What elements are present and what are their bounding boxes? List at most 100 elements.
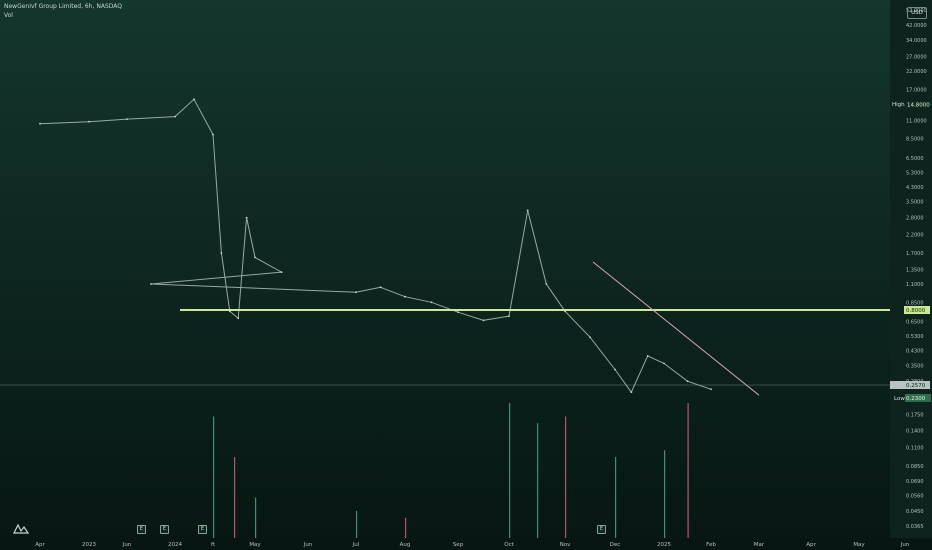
currency-button[interactable]: USD bbox=[907, 7, 927, 19]
volume-bar bbox=[356, 511, 358, 538]
y-tick-label: 0.5300 bbox=[906, 334, 924, 340]
y-tick-label: 0.0450 bbox=[906, 509, 924, 515]
y-tick-label: 0.0560 bbox=[906, 494, 924, 500]
volume-bar bbox=[687, 403, 689, 538]
y-tick-label: 2.8000 bbox=[906, 216, 924, 222]
price-point bbox=[212, 133, 214, 136]
earnings-event-1[interactable]: E bbox=[137, 525, 146, 534]
y-tick-label: 22.0000 bbox=[906, 69, 927, 75]
y-tick-label: 4.3000 bbox=[906, 185, 924, 191]
y-tick-label: 0.1100 bbox=[906, 446, 924, 452]
y-tick-label: 0.4300 bbox=[906, 349, 924, 355]
x-tick-label: Jun bbox=[122, 542, 132, 548]
tradingview-logo[interactable] bbox=[13, 523, 29, 535]
x-tick-label: Apr bbox=[806, 542, 816, 548]
y-tick-label: 6.5000 bbox=[906, 156, 924, 162]
price-point bbox=[710, 388, 712, 391]
price-point bbox=[280, 271, 283, 274]
price-point bbox=[193, 98, 195, 101]
x-tick-label: Jun bbox=[900, 542, 910, 548]
price-point bbox=[508, 315, 510, 318]
x-tick-label: Oct bbox=[504, 542, 514, 548]
price-point bbox=[663, 362, 665, 365]
x-tick-label: 2023 bbox=[82, 542, 96, 548]
price-point bbox=[646, 354, 649, 357]
price-chart[interactable]: 52.000042.000034.000027.000022.000017.00… bbox=[0, 0, 932, 550]
x-tick-label: Aug bbox=[400, 542, 411, 548]
y-tick-label: 2.2000 bbox=[906, 233, 924, 239]
high-marker: High 14.8000 bbox=[892, 101, 932, 109]
volume-bar bbox=[537, 423, 539, 538]
x-tick-label: 2025 bbox=[657, 542, 671, 548]
price-point bbox=[526, 209, 529, 212]
price-point bbox=[457, 311, 459, 314]
y-tick-label: 0.0850 bbox=[906, 464, 924, 470]
price-point bbox=[430, 301, 433, 304]
volume-bar bbox=[565, 416, 567, 538]
x-tick-label: Jun bbox=[303, 542, 313, 548]
price-point bbox=[589, 336, 591, 339]
price-point bbox=[126, 118, 128, 120]
x-tick-label: May bbox=[249, 542, 261, 548]
price-point bbox=[254, 256, 256, 259]
price-point bbox=[245, 216, 248, 219]
x-tick-label: Jul bbox=[352, 542, 360, 548]
chart-background bbox=[0, 0, 932, 550]
x-tick-label: Nov bbox=[560, 542, 571, 548]
y-tick-label: 0.6500 bbox=[906, 319, 924, 325]
x-tick-label: Sep bbox=[453, 542, 464, 548]
y-tick-label: 5.3000 bbox=[906, 170, 924, 176]
volume-bar bbox=[405, 517, 407, 538]
y-tick-label: 11.0000 bbox=[906, 118, 927, 124]
support-value: 0.8000 bbox=[906, 308, 926, 314]
volume-bar bbox=[509, 403, 511, 538]
y-tick-label: 34.0000 bbox=[906, 38, 927, 44]
y-tick-label: 27.0000 bbox=[906, 55, 927, 61]
volume-bar bbox=[664, 450, 666, 538]
price-point bbox=[220, 252, 223, 254]
current-price-tag: 0.2570 bbox=[890, 381, 930, 389]
y-tick-label: 0.0365 bbox=[906, 524, 924, 530]
price-point bbox=[482, 319, 485, 322]
y-tick-label: 1.7000 bbox=[906, 251, 924, 257]
earnings-event-2[interactable]: E bbox=[160, 525, 169, 534]
price-point bbox=[404, 295, 406, 298]
earnings-event-4[interactable]: E bbox=[597, 525, 606, 534]
price-point bbox=[174, 115, 176, 118]
volume-bar bbox=[255, 497, 257, 538]
price-point bbox=[614, 368, 616, 371]
y-tick-label: 3.5000 bbox=[906, 200, 924, 206]
low-value: 0.2300 bbox=[906, 396, 926, 402]
y-tick-label: 0.0690 bbox=[906, 479, 924, 485]
price-point bbox=[237, 317, 240, 320]
price-point bbox=[630, 391, 633, 394]
high-label: High bbox=[892, 102, 905, 108]
volume-bar bbox=[213, 416, 215, 538]
x-tick-label: Feb bbox=[706, 542, 716, 548]
price-point bbox=[545, 283, 548, 285]
y-tick-label: 17.0000 bbox=[906, 87, 927, 93]
support-value-tag: 0.8000 bbox=[904, 306, 930, 314]
symbol-title[interactable]: NewGenIvf Group Limited, 6h, NASDAQ bbox=[4, 3, 122, 10]
y-tick-label: 8.5000 bbox=[906, 137, 924, 143]
price-point bbox=[39, 122, 41, 125]
y-tick-label: 0.1400 bbox=[906, 428, 924, 434]
earnings-event-3[interactable]: E bbox=[198, 525, 207, 534]
low-marker: Low 0.2300 bbox=[894, 394, 931, 402]
y-tick-label: 1.3500 bbox=[906, 267, 924, 273]
volume-indicator-label[interactable]: Vol bbox=[4, 12, 13, 19]
x-tick-label: May bbox=[853, 542, 865, 548]
price-point bbox=[379, 286, 382, 289]
volume-bar bbox=[615, 457, 617, 538]
price-point bbox=[355, 291, 357, 294]
y-tick-label: 0.1750 bbox=[906, 413, 924, 419]
x-tick-label: Mar bbox=[754, 542, 765, 548]
y-tick-label: 42.0000 bbox=[906, 23, 927, 29]
current-value: 0.2570 bbox=[906, 383, 926, 389]
y-tick-label: 0.8500 bbox=[906, 300, 924, 306]
price-point bbox=[150, 283, 152, 285]
volume-bar bbox=[234, 457, 236, 538]
y-tick-label: 1.1000 bbox=[906, 282, 924, 288]
x-tick-label: Apr bbox=[35, 542, 45, 548]
x-tick-label: 2024 bbox=[168, 542, 182, 548]
